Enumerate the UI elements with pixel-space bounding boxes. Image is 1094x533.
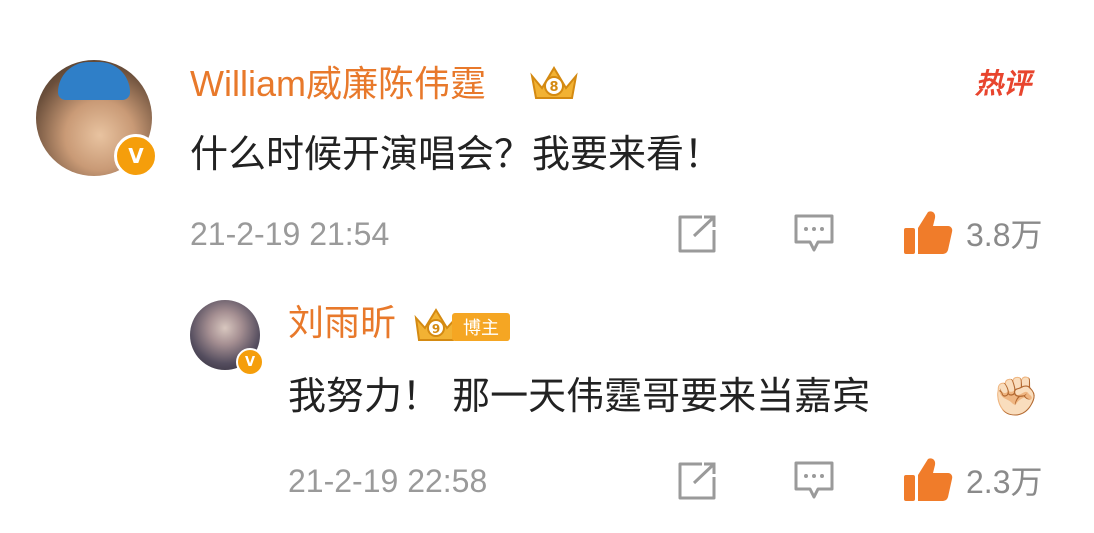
thumbs-up-icon[interactable]	[902, 208, 954, 256]
verified-badge: V	[114, 134, 158, 178]
share-icon[interactable]	[676, 214, 718, 254]
comment-text: 什么时候开演唱会？我要来看！	[190, 132, 723, 176]
hot-comment-label: 热评	[975, 67, 1032, 100]
crown-vip-icon: 8	[526, 58, 582, 106]
blogger-tag: 博主	[452, 313, 510, 341]
reply-text: 我努力！ 那一天伟霆哥要来当嘉宾	[288, 374, 871, 418]
comment-icon[interactable]	[792, 459, 836, 501]
thumbs-up-icon[interactable]	[902, 455, 954, 503]
reply-timestamp: 21-2-19 22:58	[288, 463, 488, 499]
share-icon[interactable]	[676, 461, 718, 501]
like-count: 3.8万	[966, 217, 1043, 253]
like-count: 2.3万	[966, 464, 1043, 500]
raised-fist-emoji: ✊🏻	[992, 374, 1040, 418]
comment-timestamp: 21-2-19 21:54	[190, 216, 390, 252]
reply-username[interactable]: 刘雨昕	[288, 302, 396, 344]
reply-verified-badge: V	[236, 348, 264, 376]
svg-text:8: 8	[549, 80, 558, 95]
comment-icon[interactable]	[792, 212, 836, 254]
comment-username[interactable]: William威廉陈伟霆	[190, 63, 486, 105]
svg-text:9: 9	[432, 322, 440, 336]
